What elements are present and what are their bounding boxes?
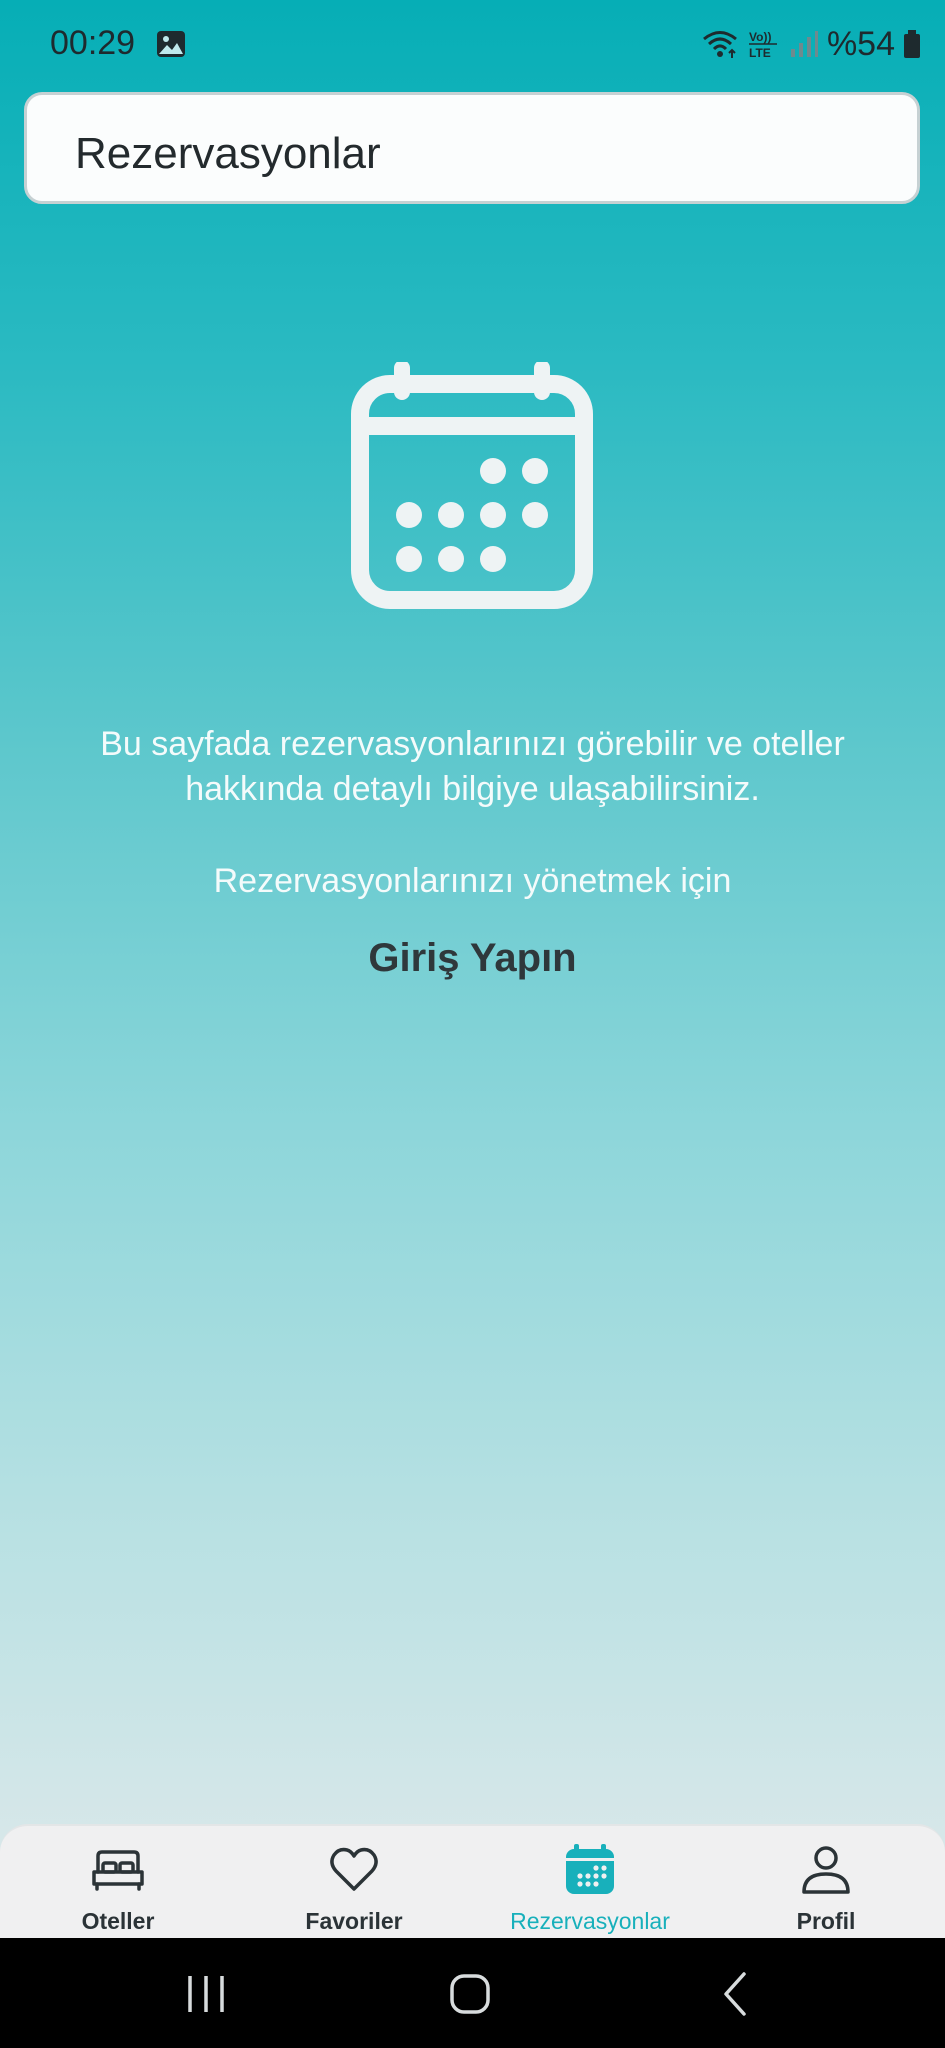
svg-text:LTE: LTE xyxy=(749,46,771,60)
calendar-icon xyxy=(566,1844,614,1894)
tab-rezervasyonlar[interactable]: Rezervasyonlar xyxy=(472,1826,708,1940)
wifi-icon xyxy=(702,31,737,58)
tab-profil[interactable]: Profil xyxy=(708,1826,944,1940)
status-indicators: Vo)) LTE %54 xyxy=(701,24,921,64)
home-icon[interactable] xyxy=(440,1966,500,2022)
battery-percentage: %54 xyxy=(826,24,895,63)
tab-label: Oteller xyxy=(81,1908,155,1934)
recents-icon[interactable] xyxy=(176,1966,236,2022)
tab-label: Profil xyxy=(796,1908,856,1934)
svg-text:Vo)): Vo)) xyxy=(749,30,771,44)
tab-label: Favoriler xyxy=(305,1908,403,1934)
status-time: 00:29 xyxy=(50,24,136,62)
tab-label: Rezervasyonlar xyxy=(510,1908,670,1934)
page-title: Rezervasyonlar xyxy=(75,129,381,178)
signal-icon xyxy=(790,31,818,57)
image-icon xyxy=(157,31,185,57)
bottom-tab-bar: Oteller Favoriler Rezervasyonlar Profil xyxy=(0,1824,945,1938)
login-link[interactable]: Giriş Yapın xyxy=(300,936,645,986)
battery-icon xyxy=(904,30,920,58)
header-card: Rezervasyonlar xyxy=(24,92,920,204)
status-bar: 00:29 Vo)) LTE %54 xyxy=(0,0,945,90)
manage-text: Rezervasyonlarınızı yönetmek için xyxy=(213,862,732,900)
back-icon[interactable] xyxy=(706,1966,766,2022)
calendar-icon xyxy=(351,362,593,609)
volte-icon: Vo)) LTE xyxy=(748,30,777,60)
description-text: Bu sayfada rezervasyonlarınızı görebilir… xyxy=(100,725,845,808)
person-icon xyxy=(802,1846,850,1894)
tab-favoriler[interactable]: Favoriler xyxy=(236,1826,472,1940)
heart-icon xyxy=(330,1847,378,1891)
tab-oteller[interactable]: Oteller xyxy=(0,1826,236,1940)
system-nav-bar xyxy=(0,1938,945,2048)
bed-icon xyxy=(92,1850,144,1891)
